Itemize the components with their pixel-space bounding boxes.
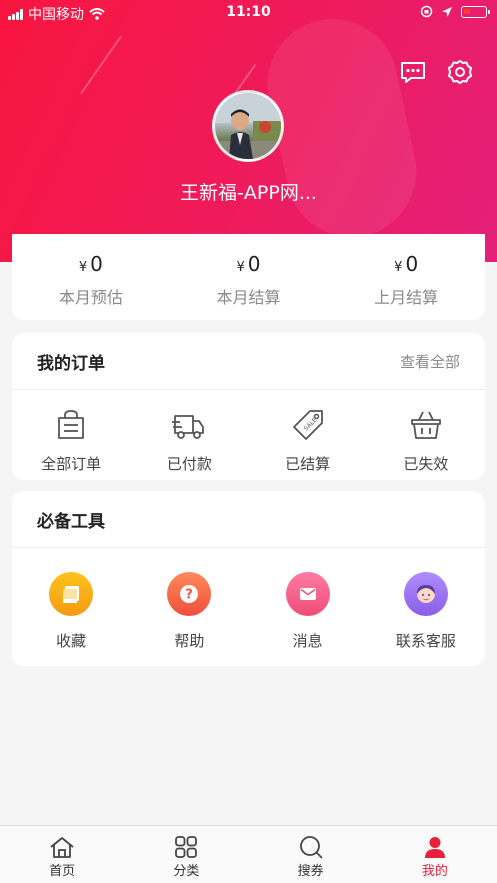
currency-symbol: ¥ [394, 260, 403, 275]
tab-label: 我的 [421, 864, 448, 879]
tab-label: 分类 [173, 864, 200, 879]
amount: 0 [247, 252, 261, 276]
basket-icon [410, 411, 441, 439]
customer-service-icon [403, 572, 448, 616]
tools-header: 必备工具 [12, 491, 485, 548]
location-icon [442, 6, 452, 17]
earning-label: 本月结算 [216, 288, 281, 307]
category-icon [175, 836, 198, 858]
tab-label: 搜券 [297, 864, 324, 879]
orientation-lock-icon [420, 5, 433, 18]
svg-text:?: ? [186, 588, 194, 603]
currency-symbol: ¥ [78, 260, 88, 275]
tools-card: 必备工具 收藏 ? 帮助 消息 联系客服 [12, 491, 485, 666]
order-filter-all[interactable]: 全部订单 [12, 390, 130, 474]
tab-coupon-search[interactable]: 搜券 [249, 826, 373, 883]
tool-label: 收藏 [56, 632, 87, 650]
tool-messages[interactable]: 消息 [249, 548, 367, 651]
earning-label: 上月结算 [374, 288, 439, 307]
battery-icon [461, 5, 490, 18]
order-filter-label: 已失效 [403, 455, 449, 473]
earning-value: ¥0 [12, 252, 170, 276]
section-title: 我的订单 [37, 353, 105, 374]
tab-home[interactable]: 首页 [0, 826, 124, 883]
tab-bar: 首页 分类 搜券 我的 [0, 825, 497, 883]
earning-value: ¥0 [170, 252, 328, 276]
search-icon [299, 836, 323, 859]
order-filter-label: 全部订单 [41, 455, 102, 473]
home-icon [50, 837, 74, 858]
tab-label: 首页 [49, 864, 76, 879]
status-bar: 中国移动 11:10 [0, 0, 497, 26]
orders-card: 我的订单 查看全部 全部订单 已付款 SALE 已结算 已失效 [12, 333, 485, 480]
order-filter-label: 已结算 [285, 455, 331, 473]
earnings-card: ¥0 本月预估 ¥0 本月结算 ¥0 上月结算 [12, 234, 485, 320]
earning-this-month-settled[interactable]: ¥0 本月结算 [170, 234, 328, 320]
tab-mine[interactable]: 我的 [373, 826, 497, 883]
currency-symbol: ¥ [236, 260, 245, 275]
message-icon [285, 572, 330, 616]
section-title: 必备工具 [37, 511, 105, 532]
amount: 0 [405, 252, 419, 276]
order-filter-paid[interactable]: 已付款 [130, 390, 248, 474]
tool-label: 联系客服 [395, 632, 456, 650]
amount: 0 [90, 252, 103, 276]
view-all-orders-link[interactable]: 查看全部 [400, 351, 460, 372]
order-filter-settled[interactable]: SALE 已结算 [249, 390, 367, 474]
help-icon: ? [167, 572, 212, 616]
earning-label: 本月预估 [58, 288, 123, 307]
chat-icon[interactable] [399, 58, 427, 86]
earning-this-month-estimate[interactable]: ¥0 本月预估 [12, 234, 170, 320]
tool-label: 消息 [292, 632, 323, 650]
order-filter-label: 已付款 [166, 455, 212, 473]
shopping-bag-icon [58, 410, 85, 439]
delivery-truck-icon [172, 415, 205, 439]
sale-tag-icon: SALE [292, 410, 323, 440]
decorative-streak [80, 35, 122, 95]
user-icon [424, 837, 445, 858]
tool-help[interactable]: ? 帮助 [130, 548, 248, 651]
tool-customer-service[interactable]: 联系客服 [367, 548, 485, 651]
tool-label: 帮助 [174, 632, 205, 650]
user-nickname: 王新福-APP网... [180, 182, 317, 204]
earning-value: ¥0 [327, 252, 485, 276]
order-filter-expired[interactable]: 已失效 [367, 390, 485, 474]
orders-header: 我的订单 查看全部 [12, 333, 485, 390]
avatar[interactable] [212, 90, 284, 162]
tab-category[interactable]: 分类 [124, 826, 248, 883]
avatar-photo [215, 93, 281, 159]
favorites-icon [49, 572, 94, 616]
tool-favorites[interactable]: 收藏 [12, 548, 130, 651]
earning-last-month-settled[interactable]: ¥0 上月结算 [327, 234, 485, 320]
settings-gear-icon[interactable] [446, 58, 474, 86]
